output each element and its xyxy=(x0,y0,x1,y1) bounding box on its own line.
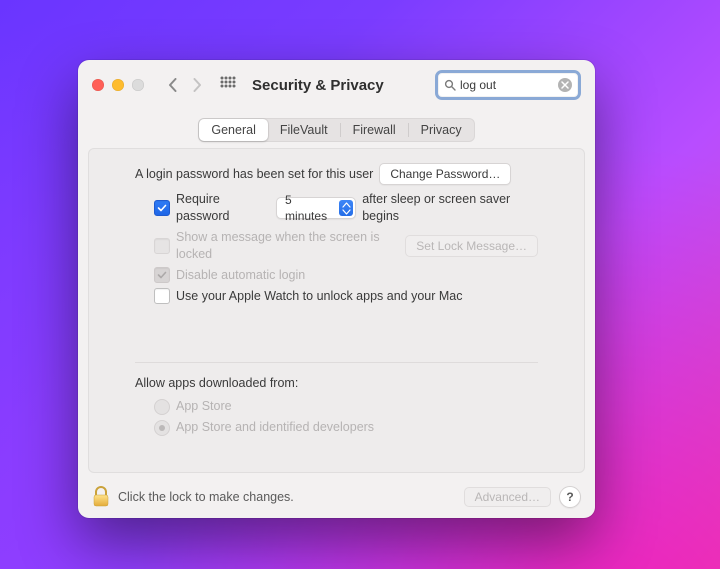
search-icon xyxy=(444,79,456,91)
close-window-button[interactable] xyxy=(92,79,104,91)
lock-hint-text: Click the lock to make changes. xyxy=(118,490,294,504)
allow-appstore-identified-label: App Store and identified developers xyxy=(176,419,374,436)
apple-watch-unlock-checkbox[interactable] xyxy=(154,288,170,304)
apple-watch-unlock-label: Use your Apple Watch to unlock apps and … xyxy=(176,288,463,305)
window-footer: Click the lock to make changes. Advanced… xyxy=(78,475,595,518)
forward-button[interactable] xyxy=(192,78,202,92)
require-password-delay-select[interactable]: 5 minutes xyxy=(276,197,356,219)
zoom-window-button[interactable] xyxy=(132,79,144,91)
login-password-set-label: A login password has been set for this u… xyxy=(135,166,373,183)
after-sleep-label: after sleep or screen saver begins xyxy=(362,191,538,225)
stepper-icon xyxy=(339,200,353,216)
desktop-background: Security & Privacy log out General FileV… xyxy=(0,0,720,569)
allow-apps-label: Allow apps downloaded from: xyxy=(135,375,298,392)
minimize-window-button[interactable] xyxy=(112,79,124,91)
show-message-checkbox xyxy=(154,238,170,254)
back-button[interactable] xyxy=(168,78,178,92)
lock-button[interactable] xyxy=(92,486,110,508)
search-field[interactable]: log out xyxy=(435,70,581,100)
search-query-text: log out xyxy=(460,78,554,92)
disable-auto-login-label: Disable automatic login xyxy=(176,267,305,284)
radio-dot-icon xyxy=(159,425,165,431)
allow-appstore-identified-radio xyxy=(154,420,170,436)
require-password-label: Require password xyxy=(176,191,270,225)
divider xyxy=(135,362,538,363)
change-password-button[interactable]: Change Password… xyxy=(379,163,511,185)
tab-firewall[interactable]: Firewall xyxy=(341,119,408,141)
tab-privacy[interactable]: Privacy xyxy=(409,119,474,141)
set-lock-message-button: Set Lock Message… xyxy=(405,235,538,257)
show-message-label: Show a message when the screen is locked xyxy=(176,229,399,263)
allow-appstore-label: App Store xyxy=(176,398,232,415)
tab-filevault[interactable]: FileVault xyxy=(268,119,340,141)
help-button[interactable]: ? xyxy=(559,486,581,508)
tab-general[interactable]: General xyxy=(199,119,267,141)
window-toolbar: Security & Privacy log out xyxy=(78,60,595,110)
tab-bar: General FileVault Firewall Privacy xyxy=(198,118,474,142)
allow-appstore-radio xyxy=(154,399,170,415)
delay-value: 5 minutes xyxy=(285,192,333,224)
show-all-button[interactable] xyxy=(220,76,236,95)
system-preferences-window: Security & Privacy log out General FileV… xyxy=(78,60,595,518)
clear-search-button[interactable] xyxy=(558,78,572,92)
general-panel: A login password has been set for this u… xyxy=(88,148,585,473)
window-controls xyxy=(92,79,144,91)
require-password-checkbox[interactable] xyxy=(154,200,170,216)
disable-auto-login-checkbox xyxy=(154,267,170,283)
advanced-button: Advanced… xyxy=(464,487,551,507)
content-area: General FileVault Firewall Privacy A log… xyxy=(78,110,595,475)
page-title: Security & Privacy xyxy=(252,77,384,94)
